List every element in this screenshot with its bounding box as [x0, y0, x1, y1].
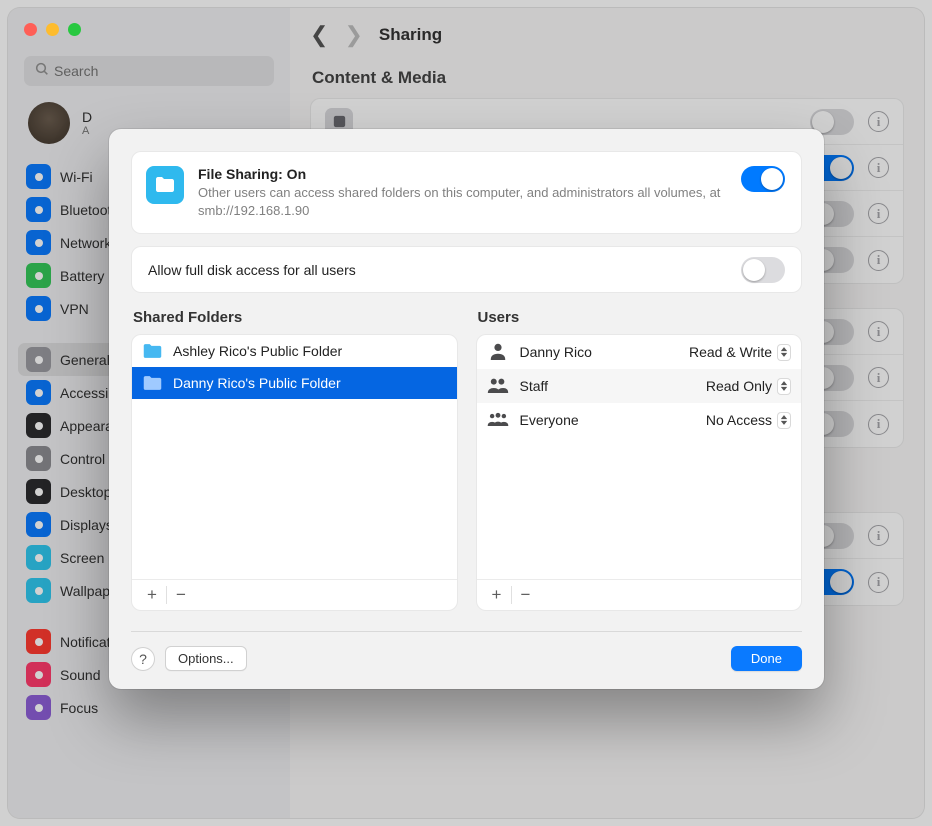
options-button[interactable]: Options... [165, 646, 247, 671]
folder-sharing-icon [146, 166, 184, 204]
permission-stepper-icon [777, 378, 791, 395]
file-sharing-toggle[interactable] [741, 166, 785, 192]
shared-folders-list: Ashley Rico's Public Folder Danny Rico's… [131, 334, 458, 611]
help-button[interactable]: ? [131, 647, 155, 671]
permission-select[interactable]: Read Only [706, 378, 791, 395]
done-button[interactable]: Done [731, 646, 802, 671]
permission-value: Read Only [706, 378, 772, 394]
zoom-window[interactable] [68, 23, 81, 36]
file-sharing-hero: File Sharing: On Other users can access … [131, 151, 802, 234]
folder-name: Danny Rico's Public Folder [173, 375, 341, 391]
user-icon [487, 376, 509, 397]
user-permission-row[interactable]: Everyone No Access [477, 403, 802, 437]
user-icon [487, 342, 509, 363]
remove-folder-button[interactable]: − [167, 583, 195, 607]
user-permission-row[interactable]: Danny Rico Read & Write [477, 335, 802, 369]
window-traffic-lights[interactable] [24, 23, 81, 36]
permission-value: Read & Write [689, 344, 772, 360]
disk-access-label: Allow full disk access for all users [148, 262, 741, 278]
user-name: Danny Rico [520, 344, 679, 360]
add-user-button[interactable]: + [483, 583, 511, 607]
file-sharing-sheet: File Sharing: On Other users can access … [109, 129, 824, 689]
user-icon [487, 410, 509, 431]
user-permission-row[interactable]: Staff Read Only [477, 369, 802, 403]
permission-stepper-icon [777, 344, 791, 361]
user-name: Staff [520, 378, 695, 394]
permission-select[interactable]: No Access [706, 412, 791, 429]
permission-value: No Access [706, 412, 772, 428]
permission-select[interactable]: Read & Write [689, 344, 791, 361]
file-sharing-title: File Sharing: On [198, 166, 727, 182]
users-title: Users [476, 309, 803, 334]
full-disk-access-row: Allow full disk access for all users [131, 246, 802, 293]
user-name: Everyone [520, 412, 695, 428]
remove-user-button[interactable]: − [512, 583, 540, 607]
minimize-window[interactable] [46, 23, 59, 36]
shared-folders-title: Shared Folders [131, 309, 458, 334]
shared-folder-item[interactable]: Danny Rico's Public Folder [132, 367, 457, 399]
users-list: Danny Rico Read & Write Staff Read Only … [476, 334, 803, 611]
disk-access-toggle[interactable] [741, 257, 785, 283]
shared-folder-item[interactable]: Ashley Rico's Public Folder [132, 335, 457, 367]
permission-stepper-icon [777, 412, 791, 429]
folder-name: Ashley Rico's Public Folder [173, 343, 342, 359]
close-window[interactable] [24, 23, 37, 36]
add-folder-button[interactable]: + [138, 583, 166, 607]
file-sharing-subtitle: Other users can access shared folders on… [198, 184, 727, 219]
